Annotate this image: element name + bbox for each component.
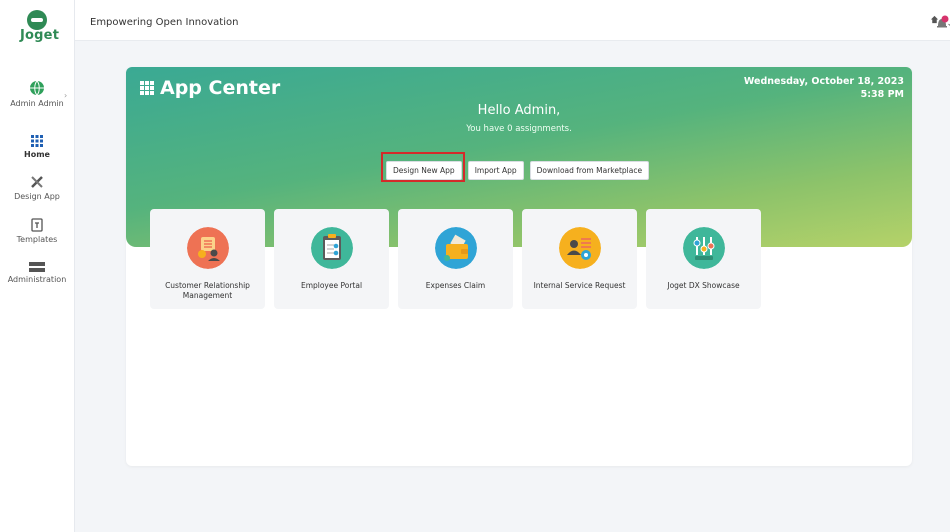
app-tile-joget-dx-showcase[interactable]: Joget DX Showcase (646, 209, 761, 309)
showcase-icon (683, 227, 725, 269)
crm-icon (187, 227, 229, 269)
highlight-box (381, 152, 465, 182)
sidebar-user-label: Admin Admin (10, 99, 64, 108)
page-title: App Center (140, 77, 280, 99)
page-title-text: App Center (160, 77, 281, 99)
download-marketplace-button[interactable]: Download from Marketplace (529, 161, 650, 180)
current-time: 5:38 PM (860, 89, 904, 100)
greeting: Hello Admin, (477, 103, 561, 118)
current-date: Wednesday, October 18, 2023 (743, 76, 904, 87)
app-tile-expenses-claim[interactable]: Expenses Claim (398, 209, 513, 309)
chevron-right-icon[interactable]: › (64, 91, 67, 100)
app-tile-employee-portal[interactable]: Employee Portal (274, 209, 389, 309)
sidebar-item-administration[interactable]: Administration (0, 262, 74, 284)
app-tiles: Customer Relationship Management Employe… (150, 209, 761, 309)
app-tile-label: Joget DX Showcase (667, 281, 740, 290)
app-tile-label: Customer Relationship Management (165, 281, 250, 300)
sidebar-item-design-app[interactable]: Design App (0, 175, 74, 201)
tools-icon (31, 176, 43, 188)
service-icon (559, 227, 601, 269)
import-app-button[interactable]: Import App (467, 161, 524, 180)
grid-icon (31, 135, 43, 147)
sidebar-item-templates[interactable]: Templates (0, 218, 74, 244)
app-tile-internal-service-request[interactable]: Internal Service Request (522, 209, 637, 309)
sidebar-item-label: Home (24, 150, 50, 159)
app-tile-label: Internal Service Request (533, 281, 626, 290)
logo-mark-icon (27, 10, 47, 30)
logo-text: Joget (20, 28, 60, 43)
template-icon (31, 218, 43, 232)
sidebar-item-label: Design App (14, 192, 60, 201)
top-bar: Empowering Open Innovation (75, 0, 950, 41)
app-grid-icon (140, 81, 154, 95)
notification-bell-icon[interactable] (935, 14, 950, 28)
server-icon (29, 262, 45, 272)
sidebar: Joget Admin Admin › Home Design App Temp… (0, 0, 75, 532)
app-tile-crm[interactable]: Customer Relationship Management (150, 209, 265, 309)
sidebar-user[interactable]: Admin Admin (0, 80, 74, 108)
wallet-icon (435, 227, 477, 269)
joget-logo[interactable]: Joget (20, 10, 60, 43)
clipboard-icon (311, 227, 353, 269)
globe-icon (30, 80, 44, 96)
page-tagline: Empowering Open Innovation (90, 17, 239, 28)
date-time: Wednesday, October 18, 2023 5:38 PM (744, 75, 904, 101)
sidebar-item-label: Templates (16, 235, 58, 244)
app-tile-label: Employee Portal (300, 281, 363, 290)
app-tile-label: Expenses Claim (425, 281, 486, 290)
sidebar-item-label: Administration (7, 275, 67, 284)
sidebar-item-home[interactable]: Home (0, 135, 74, 159)
assignment-count: You have 0 assignments. (466, 124, 572, 134)
